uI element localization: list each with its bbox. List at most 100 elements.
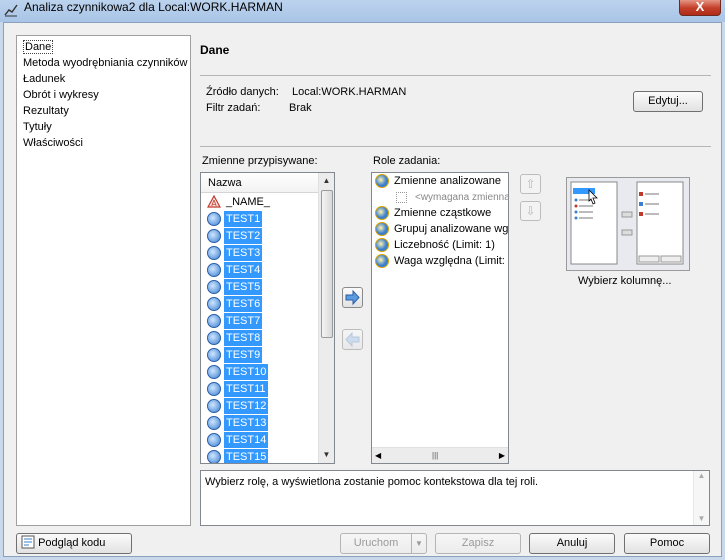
list-item[interactable]: TEST7 [201,312,334,329]
list-item[interactable]: TEST15 [201,448,334,463]
numeric-variable-icon [207,296,221,311]
numeric-variable-icon [207,228,221,243]
numeric-variable-icon [207,211,221,226]
preview-illustration [570,181,684,265]
numeric-variable-icon [207,398,221,413]
page-title: Dane [200,43,230,57]
remove-from-role-button[interactable] [342,329,363,350]
list-item[interactable]: TEST1 [201,210,334,227]
scroll-left-icon[interactable]: ◀ [375,451,381,460]
role-item[interactable]: Grupuj analizowane wg [372,221,508,237]
role-icon [375,174,389,188]
edit-button[interactable]: Edytuj... [633,91,703,112]
preview-caption: Wybierz kolumnę... [578,275,672,287]
numeric-variable-icon [207,347,221,362]
scroll-down-icon[interactable]: ▼ [694,514,709,523]
nav-item-metoda[interactable]: Metoda wyodrębniania czynników [23,55,190,71]
scroll-right-icon[interactable]: ▶ [499,451,505,460]
nav-item-dane[interactable]: Dane [23,39,190,55]
variables-list[interactable]: Nazwa A _NAME_ TEST1 TEST2 TEST3 TEST4 T… [200,172,335,464]
list-item[interactable]: TEST10 [201,363,334,380]
numeric-variable-icon [207,313,221,328]
title-bar: Analiza czynnikowa2 dla Local:WORK.HARMA… [0,0,725,22]
move-down-button[interactable]: ⇩ [520,201,541,221]
arrow-up-icon: ⇧ [525,177,536,191]
list-item[interactable]: TEST2 [201,227,334,244]
warning-icon: A [207,195,221,208]
list-item[interactable]: A _NAME_ [201,193,334,210]
scroll-down-icon[interactable]: ▼ [319,447,334,463]
preview-code-button[interactable]: Podgląd kodu [16,533,132,554]
horizontal-scrollbar[interactable]: ◀ ||| ▶ [372,447,508,463]
role-item[interactable]: Liczebność (Limit: 1) [372,237,508,253]
list-item[interactable]: TEST13 [201,414,334,431]
numeric-variable-icon [207,449,221,463]
cancel-button[interactable]: Anuluj [529,533,615,554]
role-icon [375,206,389,220]
list-item[interactable]: TEST12 [201,397,334,414]
list-item[interactable]: TEST3 [201,244,334,261]
role-placeholder: <wymagana zmienna> [372,189,508,205]
chevron-down-icon: ▼ [415,539,423,548]
select-column-preview-image[interactable] [566,177,690,271]
variables-label: Zmienne przypisywane: [202,155,318,167]
source-label: Źródło danych: [206,86,279,98]
save-button[interactable]: Zapisz [435,533,521,554]
scroll-up-icon[interactable]: ▲ [694,471,709,480]
column-header-nazwa[interactable]: Nazwa [201,173,319,193]
list-item[interactable]: TEST8 [201,329,334,346]
sidebar-nav: Dane Metoda wyodrębniania czynników Ładu… [16,35,191,526]
help-scrollbar[interactable]: ▲ ▼ [693,471,709,525]
role-icon [375,238,389,252]
numeric-variable-icon [207,364,221,379]
nav-item-wlasciwosci[interactable]: Właściwości [23,135,190,151]
arrow-down-icon: ⇩ [525,204,536,218]
numeric-variable-icon [207,262,221,277]
vertical-scrollbar[interactable]: ▲ ▼ [318,173,334,463]
scroll-grip-icon: ||| [432,451,439,460]
list-item[interactable]: TEST14 [201,431,334,448]
arrow-left-icon [345,331,360,348]
chart-icon [4,4,18,17]
scroll-up-icon[interactable]: ▲ [319,173,334,189]
source-value: Local:WORK.HARMAN [292,86,407,98]
list-item[interactable]: TEST6 [201,295,334,312]
role-item[interactable]: Waga względna (Limit: [372,253,508,269]
filter-value: Brak [289,102,312,114]
numeric-variable-icon [207,245,221,260]
numeric-variable-icon [207,279,221,294]
role-item[interactable]: Zmienne analizowane [372,173,508,189]
role-icon [375,254,389,268]
list-item[interactable]: TEST9 [201,346,334,363]
numeric-variable-icon [207,432,221,447]
group-role-icon [375,222,389,236]
add-to-role-button[interactable] [342,287,363,308]
nav-item-ladunek[interactable]: Ładunek [23,71,190,87]
role-item[interactable]: Zmienne cząstkowe [372,205,508,221]
numeric-variable-icon [207,330,221,345]
nav-item-obrot[interactable]: Obrót i wykresy [23,87,190,103]
nav-item-rezultaty[interactable]: Rezultaty [23,103,190,119]
dialog-window: Dane Metoda wyodrębniania czynników Ładu… [3,22,722,557]
divider [200,146,711,147]
numeric-variable-icon [207,415,221,430]
arrow-right-icon [345,289,360,306]
roles-list[interactable]: Zmienne analizowane <wymagana zmienna> Z… [371,172,509,464]
divider [200,75,711,76]
move-up-button[interactable]: ⇧ [520,174,541,194]
run-dropdown-button[interactable]: ▼ [411,533,427,554]
svg-text:A: A [211,199,217,208]
help-button[interactable]: Pomoc [624,533,710,554]
list-item[interactable]: TEST11 [201,380,334,397]
list-item[interactable]: TEST5 [201,278,334,295]
numeric-variable-icon [207,381,221,396]
help-text-box: Wybierz rolę, a wyświetlona zostanie pom… [200,470,710,526]
close-button[interactable]: X [679,0,721,16]
help-text: Wybierz rolę, a wyświetlona zostanie pom… [205,476,539,488]
filter-label: Filtr zadań: [206,102,261,114]
list-item[interactable]: TEST4 [201,261,334,278]
scroll-thumb[interactable] [321,190,333,338]
run-button[interactable]: Uruchom [340,533,412,554]
code-preview-icon [21,535,35,549]
nav-item-tytuly[interactable]: Tytuły [23,119,190,135]
